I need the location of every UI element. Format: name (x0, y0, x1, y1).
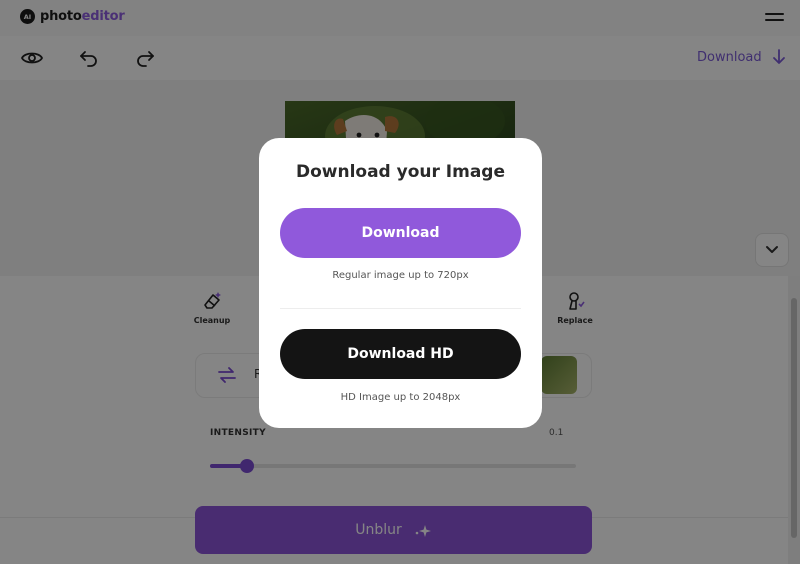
modal-title: Download your Image (295, 162, 506, 182)
download-hd-button[interactable]: Download HD (280, 329, 521, 379)
download-button[interactable]: Download (280, 208, 521, 258)
download-modal: Download your Image Download Regular ima… (259, 138, 542, 428)
download-button-label: Download (361, 225, 440, 241)
download-subtext: Regular image up to 720px (332, 270, 469, 281)
download-hd-button-label: Download HD (347, 346, 454, 362)
download-hd-subtext: HD Image up to 2048px (340, 392, 461, 403)
modal-divider (280, 308, 521, 309)
